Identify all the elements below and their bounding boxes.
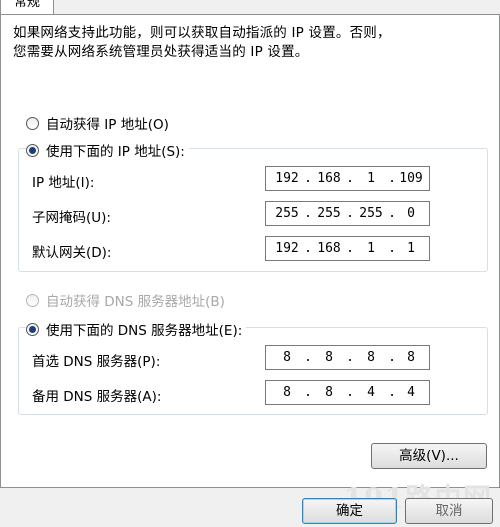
- pdns-octet-1: 8: [283, 350, 291, 365]
- auto-dns-option: 自动获得 DNS 服务器地址(B): [26, 290, 225, 310]
- tab-general[interactable]: 常规: [0, 0, 54, 15]
- subnet-mask-input[interactable]: 255 . 255 . 255 . 0: [265, 201, 430, 226]
- alternate-dns-input[interactable]: 8 . 8 . 4 . 4: [265, 380, 430, 405]
- gateway-octet-3: 1: [367, 241, 375, 256]
- advanced-button[interactable]: 高级(V)...: [371, 443, 487, 469]
- auto-ip-option[interactable]: 自动获得 IP 地址(O): [26, 113, 169, 133]
- preferred-dns-input[interactable]: 8 . 8 . 8 . 8: [265, 345, 430, 370]
- adns-octet-3: 4: [367, 385, 375, 400]
- pdns-octet-4: 8: [407, 350, 415, 365]
- gateway-octet-2: 168: [317, 241, 341, 256]
- subnet-mask-label: 子网掩码(U):: [32, 210, 111, 226]
- auto-dns-radio: [26, 293, 39, 307]
- gateway-octet-4: 1: [407, 241, 415, 256]
- mask-octet-3: 255: [359, 206, 383, 221]
- manual-ip-radio[interactable]: [26, 143, 39, 157]
- default-gateway-input[interactable]: 192 . 168 . 1 . 1: [265, 236, 430, 261]
- manual-ip-label: 使用下面的 IP 地址(S):: [46, 144, 185, 160]
- manual-dns-label: 使用下面的 DNS 服务器地址(E):: [46, 323, 243, 339]
- manual-dns-radio[interactable]: [26, 322, 39, 336]
- mask-octet-1: 255: [275, 206, 299, 221]
- description-line-2: 您需要从网络系统管理员处获得适当的 IP 设置。: [13, 44, 309, 60]
- adns-octet-2: 8: [325, 385, 333, 400]
- ip-address-label: IP 地址(I):: [32, 175, 95, 191]
- ip-octet-4: 109: [399, 171, 423, 186]
- adns-octet-4: 4: [407, 385, 415, 400]
- ip-octet-3: 1: [367, 171, 375, 186]
- mask-octet-2: 255: [317, 206, 341, 221]
- auto-ip-radio[interactable]: [26, 116, 39, 130]
- ip-octet-2: 168: [317, 171, 341, 186]
- description-line-1: 如果网络支持此功能，则可以获取自动指派的 IP 设置。否则，: [13, 25, 391, 41]
- description-text: 如果网络支持此功能，则可以获取自动指派的 IP 设置。否则， 您需要从网络系统管…: [13, 24, 483, 62]
- auto-ip-label: 自动获得 IP 地址(O): [46, 117, 169, 133]
- gateway-octet-1: 192: [275, 241, 299, 256]
- cancel-button[interactable]: 取消: [405, 498, 493, 524]
- default-gateway-label: 默认网关(D):: [32, 245, 112, 261]
- pdns-octet-2: 8: [325, 350, 333, 365]
- ok-button[interactable]: 确定: [302, 498, 397, 524]
- ip-octet-1: 192: [275, 171, 299, 186]
- auto-dns-label: 自动获得 DNS 服务器地址(B): [46, 294, 225, 310]
- manual-ip-option[interactable]: 使用下面的 IP 地址(S):: [26, 140, 189, 160]
- alternate-dns-label: 备用 DNS 服务器(A):: [32, 389, 162, 405]
- mask-octet-4: 0: [407, 206, 415, 221]
- manual-dns-option[interactable]: 使用下面的 DNS 服务器地址(E):: [26, 319, 247, 339]
- pdns-octet-3: 8: [367, 350, 375, 365]
- ip-address-input[interactable]: 192 . 168 . 1 . 109: [265, 166, 430, 191]
- preferred-dns-label: 首选 DNS 服务器(P):: [32, 354, 161, 370]
- adns-octet-1: 8: [283, 385, 291, 400]
